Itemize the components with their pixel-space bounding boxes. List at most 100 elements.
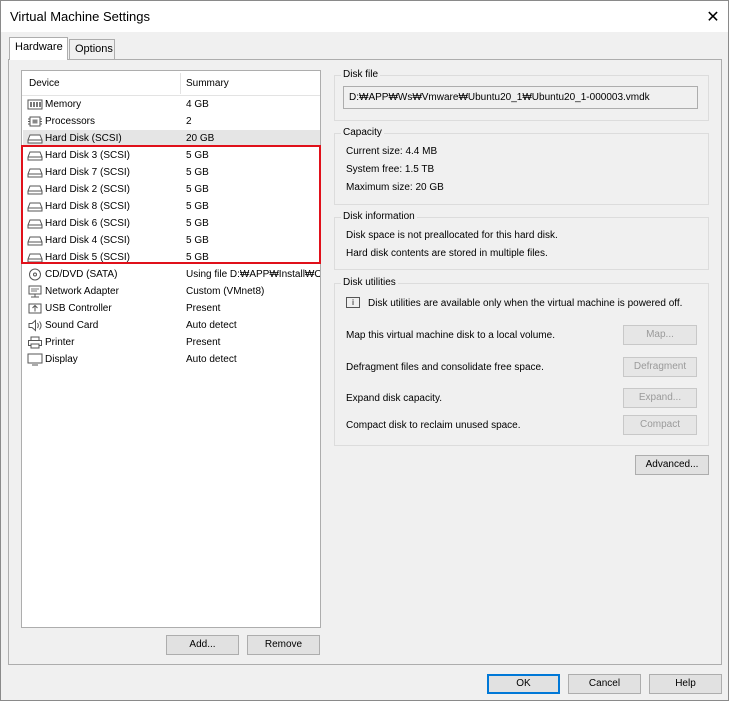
printer-icon [28, 336, 42, 349]
column-header-summary[interactable]: Summary [186, 78, 229, 89]
device-summary: Present [186, 303, 221, 314]
disk-file-label: Disk file [341, 69, 381, 80]
device-name: Sound Card [45, 320, 99, 331]
device-name: Printer [45, 337, 75, 348]
remove-device-button[interactable]: Remove [247, 635, 320, 655]
device-name: Hard Disk 8 (SCSI) [45, 201, 131, 212]
defragment-description: Defragment files and consolidate free sp… [346, 362, 544, 373]
device-summary: 5 GB [186, 252, 209, 263]
expand-description: Expand disk capacity. [346, 393, 442, 404]
hard-disk-icon [27, 134, 43, 144]
device-name: Hard Disk 3 (SCSI) [45, 150, 131, 161]
device-name: Hard Disk (SCSI) [45, 133, 122, 144]
device-name: Hard Disk 7 (SCSI) [45, 167, 131, 178]
disk-information-group: Disk information [334, 211, 709, 270]
device-name: Hard Disk 5 (SCSI) [45, 252, 131, 263]
device-row-usb-controller[interactable]: USB Controller Present [23, 300, 320, 317]
device-row-sound-card[interactable]: Sound Card Auto detect [23, 317, 320, 334]
current-size-text: Current size: 4.4 MB [346, 146, 438, 157]
device-row-hard-disk-8[interactable]: Hard Disk 8 (SCSI) 5 GB [23, 198, 320, 215]
hard-disk-icon [27, 151, 43, 161]
add-device-button[interactable]: Add... [166, 635, 239, 655]
device-summary: 5 GB [186, 235, 209, 246]
hard-disk-icon [27, 253, 43, 263]
disk-utilities-label: Disk utilities [341, 277, 398, 288]
compact-button[interactable]: Compact [623, 415, 697, 435]
device-row-memory[interactable]: Memory 4 GB [23, 96, 320, 113]
list-header: Device Summary [22, 71, 320, 96]
device-summary: 5 GB [186, 150, 209, 161]
advanced-button[interactable]: Advanced... [635, 455, 709, 475]
device-row-cd-dvd[interactable]: CD/DVD (SATA) Using file D:₩APP₩Install₩… [23, 266, 320, 283]
column-divider[interactable] [180, 73, 181, 94]
title-bar: Virtual Machine Settings ✕ [1, 1, 728, 32]
display-icon [27, 353, 43, 366]
device-summary: 20 GB [186, 133, 215, 144]
map-description: Map this virtual machine disk to a local… [346, 330, 555, 341]
device-name: CD/DVD (SATA) [45, 269, 118, 280]
device-summary: 4 GB [186, 99, 209, 110]
device-name: Hard Disk 2 (SCSI) [45, 184, 131, 195]
tab-options[interactable]: Options [69, 39, 115, 60]
device-name: Network Adapter [45, 286, 119, 297]
device-summary: Using file D:₩APP₩Install₩O... [186, 269, 320, 280]
device-name: Hard Disk 6 (SCSI) [45, 218, 131, 229]
hard-disk-icon [27, 185, 43, 195]
hard-disk-icon [27, 236, 43, 246]
help-button[interactable]: Help [649, 674, 722, 694]
maximum-size-text: Maximum size: 20 GB [346, 182, 444, 193]
expand-button[interactable]: Expand... [623, 388, 697, 408]
tab-hardware[interactable]: Hardware [9, 37, 68, 60]
device-row-display[interactable]: Display Auto detect [23, 351, 320, 368]
utilities-notice-text: Disk utilities are available only when t… [368, 298, 683, 309]
usb-icon [28, 303, 42, 314]
ok-button[interactable]: OK [487, 674, 560, 694]
processor-icon [28, 116, 42, 127]
defragment-button[interactable]: Defragment [623, 357, 697, 377]
device-row-hard-disk-3[interactable]: Hard Disk 3 (SCSI) 5 GB [23, 147, 320, 164]
hard-disk-icon [27, 219, 43, 229]
disk-file-path-field[interactable]: D:₩APP₩Ws₩Vmware₩Ubuntu20_1₩Ubuntu20_1-0… [343, 86, 698, 109]
device-summary: Present [186, 337, 221, 348]
hard-disk-icon [27, 168, 43, 178]
map-button[interactable]: Map... [623, 325, 697, 345]
memory-icon [27, 99, 43, 110]
device-summary: Custom (VMnet8) [186, 286, 265, 297]
network-adapter-icon [28, 285, 42, 298]
preallocation-text: Disk space is not preallocated for this … [346, 230, 558, 241]
disk-information-label: Disk information [341, 211, 417, 222]
device-name: USB Controller [45, 303, 112, 314]
device-row-network-adapter[interactable]: Network Adapter Custom (VMnet8) [23, 283, 320, 300]
device-row-hard-disk-5[interactable]: Hard Disk 5 (SCSI) 5 GB [23, 249, 320, 266]
compact-description: Compact disk to reclaim unused space. [346, 420, 521, 431]
cancel-button[interactable]: Cancel [568, 674, 641, 694]
column-header-device[interactable]: Device [29, 78, 60, 89]
system-free-text: System free: 1.5 TB [346, 164, 435, 175]
capacity-label: Capacity [341, 127, 384, 138]
vm-settings-window: Virtual Machine Settings ✕ Hardware Opti… [0, 0, 729, 701]
storage-mode-text: Hard disk contents are stored in multipl… [346, 248, 548, 259]
speaker-icon [28, 319, 42, 332]
device-row-hard-disk-6[interactable]: Hard Disk 6 (SCSI) 5 GB [23, 215, 320, 232]
device-row-hard-disk-scsi[interactable]: Hard Disk (SCSI) 20 GB [23, 130, 320, 147]
device-summary: 2 [186, 116, 192, 127]
device-summary: Auto detect [186, 354, 237, 365]
window-title: Virtual Machine Settings [10, 9, 150, 24]
device-name: Memory [45, 99, 82, 110]
device-summary: 5 GB [186, 167, 209, 178]
device-row-hard-disk-4[interactable]: Hard Disk 4 (SCSI) 5 GB [23, 232, 320, 249]
info-icon: i [346, 297, 360, 308]
device-list[interactable]: Device Summary Memory 4 GB Processors 2 … [21, 70, 321, 628]
cd-dvd-icon [29, 268, 41, 281]
device-name: Display [45, 354, 78, 365]
device-name: Hard Disk 4 (SCSI) [45, 235, 131, 246]
device-row-processors[interactable]: Processors 2 [23, 113, 320, 130]
close-icon[interactable]: ✕ [698, 1, 728, 32]
device-summary: Auto detect [186, 320, 237, 331]
device-row-printer[interactable]: Printer Present [23, 334, 320, 351]
device-summary: 5 GB [186, 184, 209, 195]
device-row-hard-disk-2[interactable]: Hard Disk 2 (SCSI) 5 GB [23, 181, 320, 198]
device-name: Processors [45, 116, 96, 127]
device-row-hard-disk-7[interactable]: Hard Disk 7 (SCSI) 5 GB [23, 164, 320, 181]
device-summary: 5 GB [186, 201, 209, 212]
